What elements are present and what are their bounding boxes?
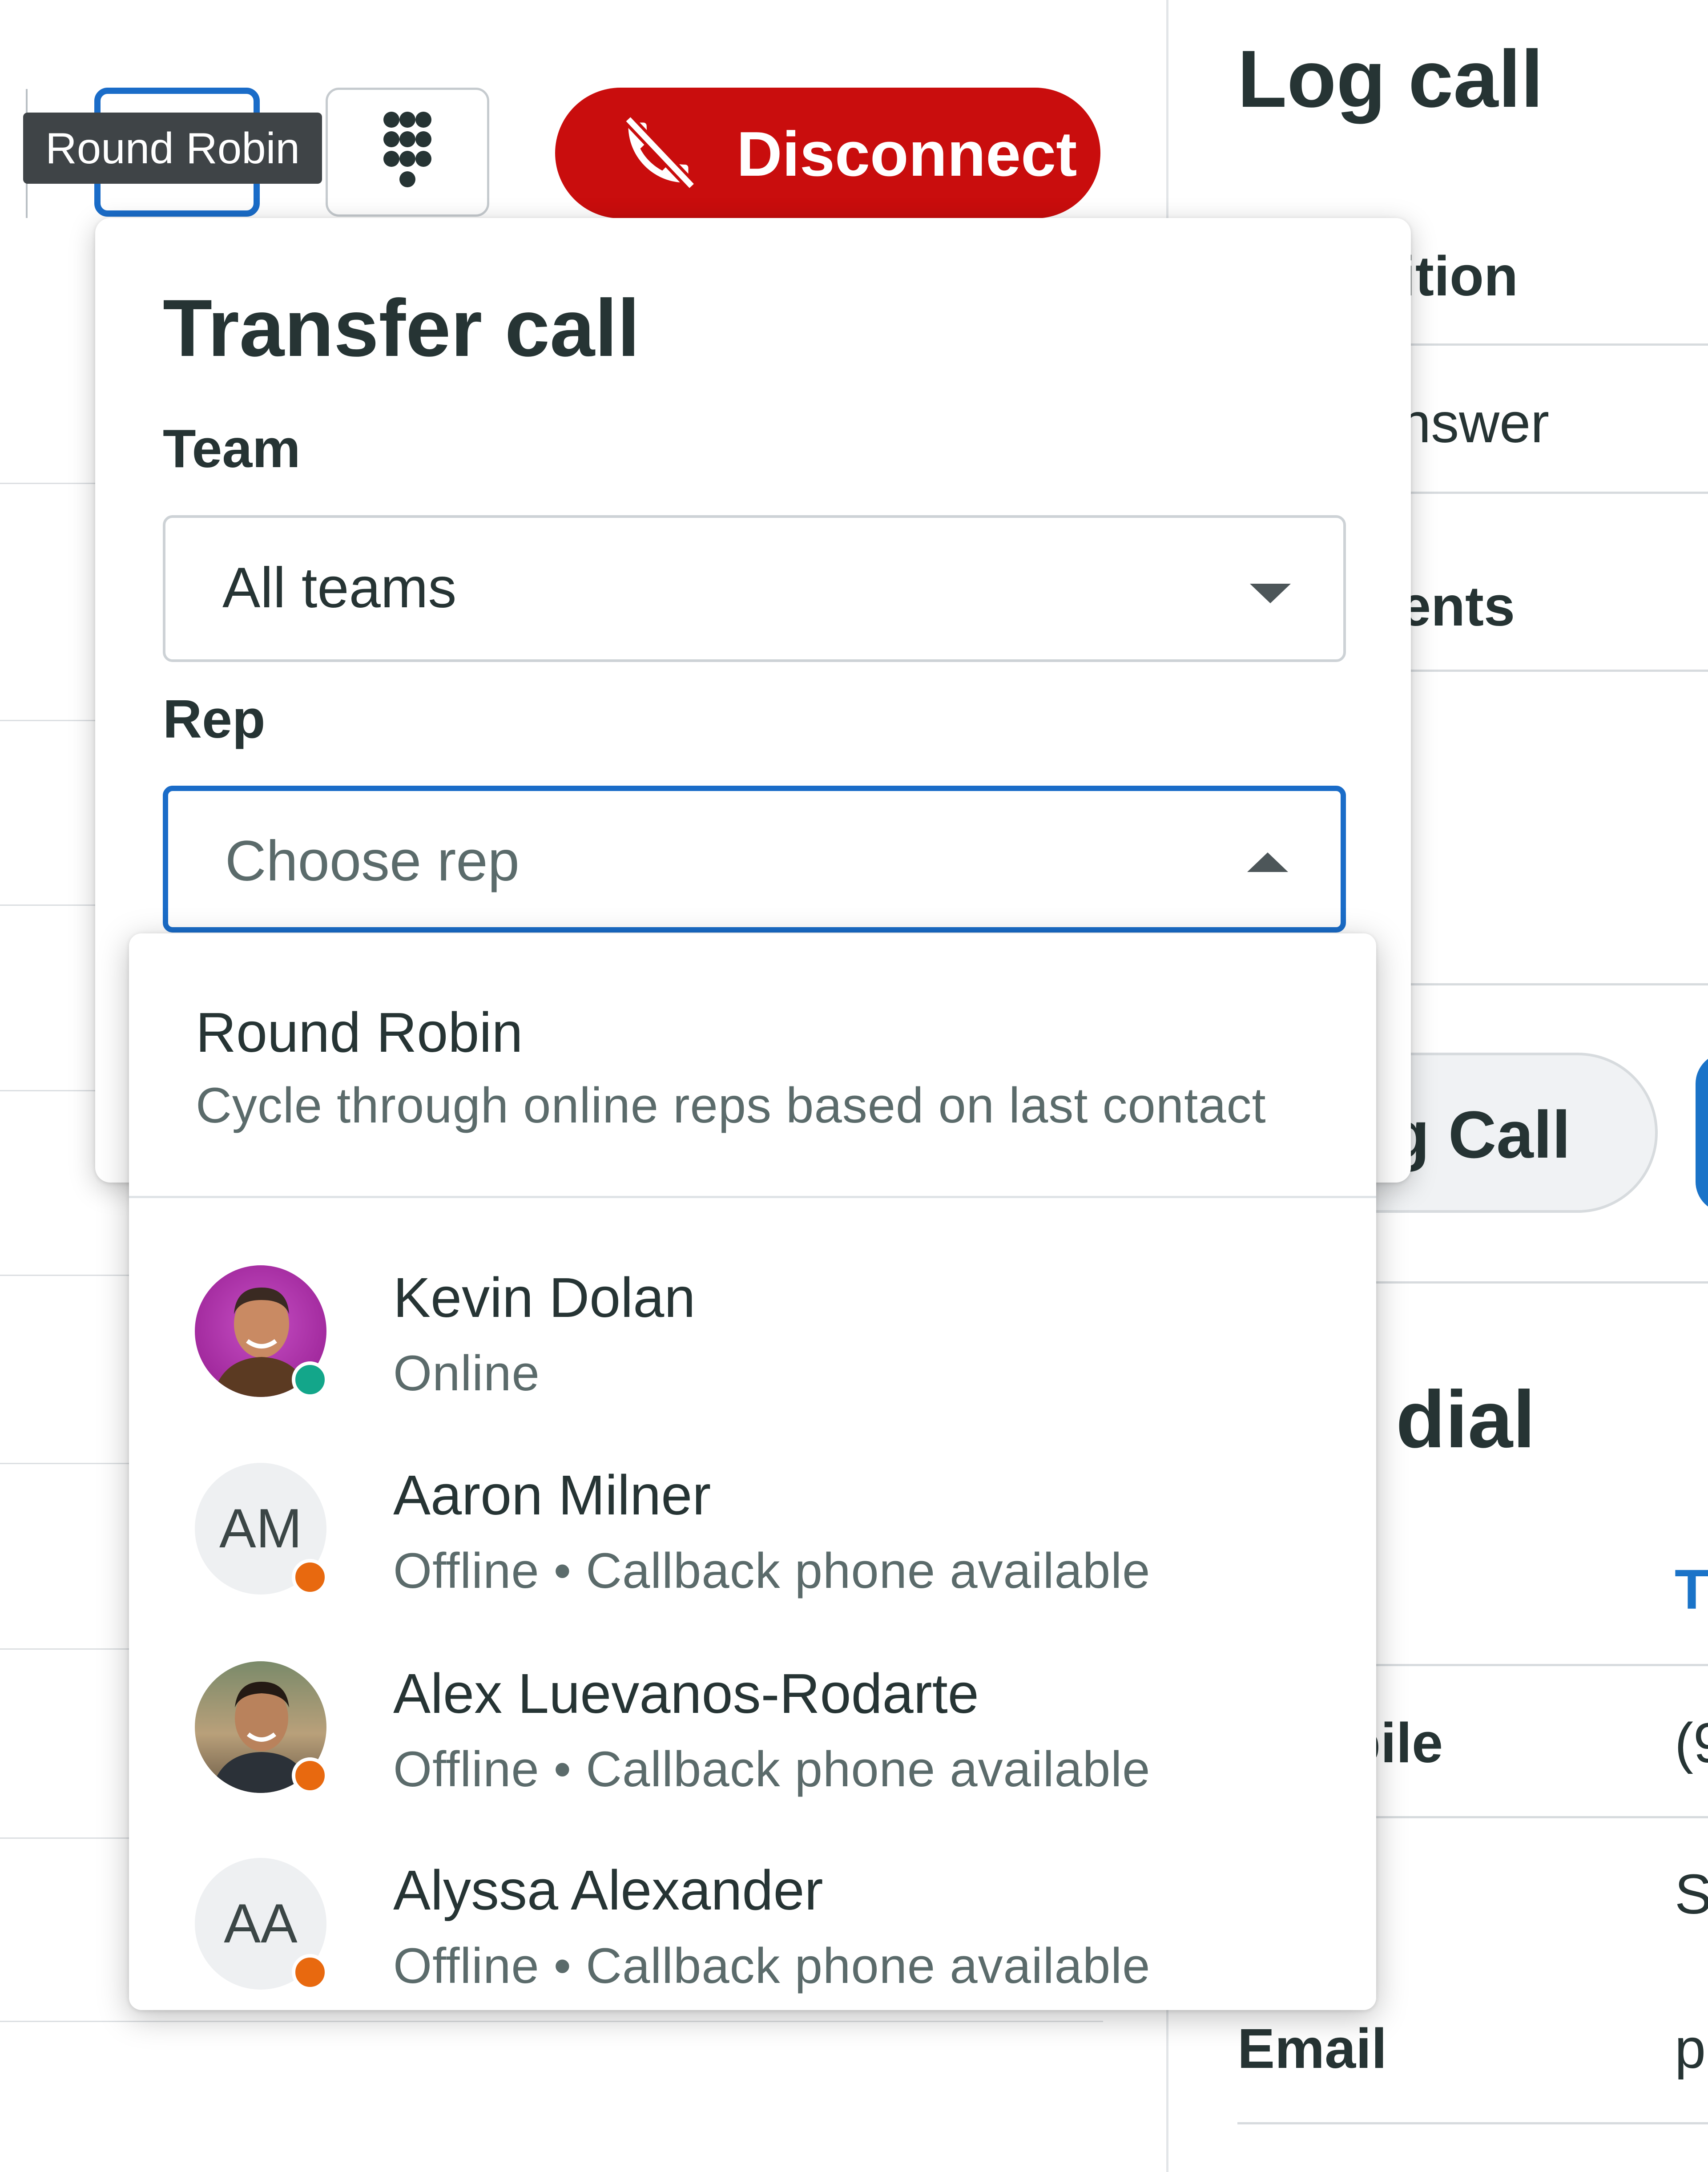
disposition-label: ition xyxy=(1400,245,1518,307)
email-value[interactable]: p xyxy=(1675,2016,1706,2081)
round-robin-option[interactable]: Round Robin Cycle through online reps ba… xyxy=(129,933,1376,1196)
offline-status-dot xyxy=(292,1559,328,1595)
rep-dropdown-menu: Round Robin Cycle through online reps ba… xyxy=(129,933,1376,2010)
avatar: AM xyxy=(195,1463,328,1595)
rep-name: Aaron Milner xyxy=(393,1464,711,1526)
avatar xyxy=(195,1265,328,1398)
rep-option[interactable]: AA Alyssa Alexander Offline • Callback p… xyxy=(129,1858,1376,2010)
team-select-value: All teams xyxy=(222,556,457,620)
round-robin-tooltip: Round Robin xyxy=(23,113,322,184)
row-divider xyxy=(0,1275,133,1276)
rep-status: Online xyxy=(393,1345,540,1401)
offline-status-dot xyxy=(292,1757,328,1794)
row-divider xyxy=(0,720,107,721)
rep-name: Kevin Dolan xyxy=(393,1266,696,1329)
row-divider xyxy=(0,1837,133,1839)
primary-action-button[interactable] xyxy=(1696,1053,1708,1213)
dialpad-button[interactable] xyxy=(326,88,489,217)
disposition-value[interactable]: nswer xyxy=(1400,391,1549,455)
row-divider xyxy=(0,1648,133,1650)
chevron-down-icon xyxy=(1250,584,1291,603)
online-status-dot xyxy=(292,1361,328,1398)
disconnect-label: Disconnect xyxy=(737,119,1077,190)
mobile-value[interactable]: (9 xyxy=(1675,1711,1708,1775)
rep-option[interactable]: Kevin Dolan Online xyxy=(129,1265,1376,1461)
log-call-title: Log call xyxy=(1237,33,1543,124)
disconnect-button[interactable]: Disconnect xyxy=(555,88,1100,218)
type-column-header[interactable]: T xyxy=(1675,1557,1708,1622)
rep-status: Offline • Callback phone available xyxy=(393,1938,1151,1994)
email-label: Email xyxy=(1237,2017,1387,2080)
avatar: AA xyxy=(195,1858,328,1990)
table-divider xyxy=(1237,2122,1708,2124)
rep-option[interactable]: Alex Luevanos-Rodarte Offline • Callback… xyxy=(129,1661,1376,1857)
row-divider xyxy=(0,483,107,484)
rep-status: Offline • Callback phone available xyxy=(393,1543,1151,1599)
comments-label: ents xyxy=(1400,575,1515,638)
rep-name: Alyssa Alexander xyxy=(393,1859,823,1922)
hangup-icon xyxy=(624,115,696,190)
rep-name: Alex Luevanos-Rodarte xyxy=(393,1662,979,1725)
row-divider xyxy=(0,2021,1103,2022)
round-robin-option-title: Round Robin xyxy=(196,1001,523,1064)
dialpad-icon xyxy=(383,112,431,187)
rep-status: Offline • Callback phone available xyxy=(393,1741,1151,1797)
rep-select[interactable]: Choose rep xyxy=(163,786,1346,933)
round-robin-option-description: Cycle through online reps based on last … xyxy=(196,1078,1266,1133)
offline-status-dot xyxy=(292,1954,328,1990)
rep-label: Rep xyxy=(163,689,266,749)
dropdown-divider xyxy=(129,1196,1376,1198)
log-call-button-label: g Call xyxy=(1389,1097,1571,1172)
chevron-up-icon xyxy=(1247,852,1288,872)
transfer-call-title: Transfer call xyxy=(163,283,640,373)
row-divider xyxy=(0,904,107,906)
team-label: Team xyxy=(163,418,301,479)
team-select[interactable]: All teams xyxy=(163,515,1346,662)
row-divider xyxy=(0,1463,133,1464)
avatar xyxy=(195,1661,328,1794)
rep-select-placeholder: Choose rep xyxy=(225,829,520,893)
row-value: S xyxy=(1675,1863,1708,1926)
rep-option[interactable]: AM Aaron Milner Offline • Callback phone… xyxy=(129,1463,1376,1659)
